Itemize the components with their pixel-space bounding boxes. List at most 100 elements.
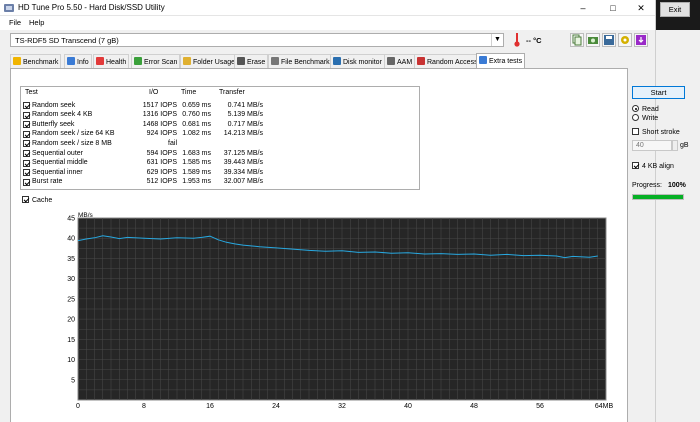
table-row[interactable]: Random seek / size 8 MB fail (21, 139, 419, 149)
y-tick-label: 20 (67, 317, 75, 324)
drive-select[interactable]: TS-RDF5 SD Transcend (7 gB) ▼ (10, 33, 504, 47)
table-row[interactable]: Sequential middle 631 IOPS 1.585 ms 39.443 … (21, 159, 419, 169)
menu-file[interactable]: File (9, 18, 21, 27)
progress-value: 100% (668, 182, 686, 189)
test-checkbox[interactable] (23, 130, 30, 138)
short-stroke-input[interactable]: 40 (632, 140, 672, 151)
tab-aam[interactable]: AAM (384, 54, 416, 68)
y-axis-label: MB/s (78, 212, 94, 219)
exit-button[interactable]: Exit (660, 2, 690, 17)
short-stroke-option[interactable]: Short stroke (632, 128, 680, 136)
short-stroke-checkbox[interactable] (632, 128, 639, 135)
read-option[interactable]: Read (632, 105, 659, 113)
test-checkbox[interactable] (23, 178, 30, 186)
tab-health[interactable]: Health (93, 54, 130, 68)
minimize-button[interactable]: – (568, 0, 598, 16)
short-stroke-label: Short stroke (642, 129, 680, 136)
transfer-chart: 5 10 15 20 25 30 35 40 45 MB/s 0 8 16 24 32 40 48 56 64MB (66, 210, 618, 412)
table-row[interactable]: Sequential inner 629 IOPS 1.589 ms 39.334 M… (21, 168, 419, 178)
x-tick-label: 8 (142, 403, 146, 410)
x-tick-label: 24 (272, 403, 280, 410)
table-row[interactable]: Random seek 1517 IOPS 0.659 ms 0.741 MB/s (21, 101, 419, 111)
write-radio[interactable] (632, 114, 639, 121)
copy-icon[interactable] (570, 33, 584, 47)
align-label: 4 KB align (642, 163, 674, 170)
y-tick-label: 40 (67, 236, 75, 243)
x-tick-label: 32 (338, 403, 346, 410)
tab-error-scan[interactable]: Error Scan (131, 54, 181, 68)
tab-erase[interactable]: Erase (234, 54, 269, 68)
save-icon[interactable] (602, 33, 616, 47)
menu-help[interactable]: Help (29, 18, 44, 27)
table-row[interactable]: Sequential outer 594 IOPS 1.683 ms 37.125 M… (21, 149, 419, 159)
test-checkbox[interactable] (23, 169, 30, 177)
tab-folder-usage[interactable]: Folder Usage (180, 54, 239, 68)
close-button[interactable]: ✕ (626, 0, 656, 16)
test-checkbox[interactable] (23, 159, 30, 167)
thermometer-icon (514, 33, 520, 47)
tab-benchmark[interactable]: Benchmark (10, 54, 62, 68)
aam-icon (387, 57, 395, 65)
folder-icon (183, 57, 191, 65)
test-checkbox[interactable] (23, 111, 30, 119)
progress-label: Progress: (632, 182, 662, 189)
x-tick-label: 16 (206, 403, 214, 410)
start-button[interactable]: Start (632, 86, 685, 99)
cache-checkbox[interactable] (22, 196, 29, 203)
x-tick-label: 48 (470, 403, 478, 410)
download-icon[interactable] (634, 33, 648, 47)
y-tick-label: 45 (67, 216, 75, 223)
tests-table: Test I/O Time Transfer Random seek 1517 I… (20, 86, 420, 190)
test-checkbox[interactable] (23, 150, 30, 157)
tab-info[interactable]: Info (64, 54, 92, 68)
x-tick-label: 0 (76, 403, 80, 410)
info-icon (67, 57, 75, 65)
cache-label: Cache (32, 197, 53, 204)
x-tick-label: 56 (536, 403, 544, 410)
benchmark-icon (13, 57, 21, 65)
read-label: Read (642, 106, 659, 113)
table-row[interactable]: Burst rate 512 IOPS 1.953 ms 32.007 MB/s (21, 178, 419, 188)
disk-monitor-icon (333, 57, 341, 65)
test-checkbox[interactable] (23, 140, 30, 148)
settings-icon[interactable] (618, 33, 632, 47)
test-checkbox[interactable] (23, 102, 30, 109)
short-stroke-stepper[interactable] (672, 140, 678, 151)
tab-disk-monitor[interactable]: Disk monitor (330, 54, 385, 68)
extra-tests-icon (479, 56, 487, 64)
table-row[interactable]: Butterfly seek 1468 IOPS 0.681 ms 0.717 MB/… (21, 120, 419, 130)
chevron-down-icon[interactable]: ▼ (491, 34, 503, 46)
cache-option[interactable]: Cache (22, 196, 52, 204)
tab-file-benchmark[interactable]: File Benchmark (268, 54, 333, 68)
y-tick-label: 15 (67, 337, 75, 344)
temperature-readout: -- °C (526, 36, 542, 45)
header-test: Test (25, 89, 38, 96)
header-io: I/O (149, 89, 159, 96)
tab-random-access[interactable]: Random Access (414, 54, 481, 68)
x-tick-label: 64MB (595, 403, 614, 410)
app-icon (4, 4, 14, 12)
test-checkbox[interactable] (23, 121, 30, 129)
tab-extra-tests[interactable]: Extra tests (476, 53, 526, 68)
file-benchmark-icon (271, 57, 279, 65)
align-option[interactable]: 4 KB align (632, 162, 674, 170)
toolbar: TS-RDF5 SD Transcend (7 gB) ▼ -- °C (0, 31, 655, 50)
camera-icon[interactable] (586, 33, 600, 47)
read-radio[interactable] (632, 105, 639, 112)
header-time: Time (181, 89, 197, 96)
random-access-icon (417, 57, 425, 65)
maximize-button[interactable]: □ (598, 0, 628, 16)
table-row[interactable]: Random seek 4 KB 1316 IOPS 0.760 ms 5.139 M… (21, 111, 419, 121)
write-label: Write (642, 115, 659, 122)
write-option[interactable]: Write (632, 114, 658, 122)
table-row[interactable]: Random seek / size 64 KB 924 IOPS 1.082 ms… (21, 130, 419, 140)
progress-fill (633, 195, 683, 199)
progress-bar (632, 194, 684, 200)
window-title: HD Tune Pro 5.50 - Hard Disk/SSD Utility (18, 3, 165, 12)
x-tick-label: 40 (404, 403, 412, 410)
tab-bar: Benchmark Info Health Error Scan Folder … (10, 53, 630, 68)
align-checkbox[interactable] (632, 162, 639, 169)
erase-icon (237, 57, 245, 65)
y-tick-label: 35 (67, 256, 75, 263)
background-window (655, 0, 700, 422)
